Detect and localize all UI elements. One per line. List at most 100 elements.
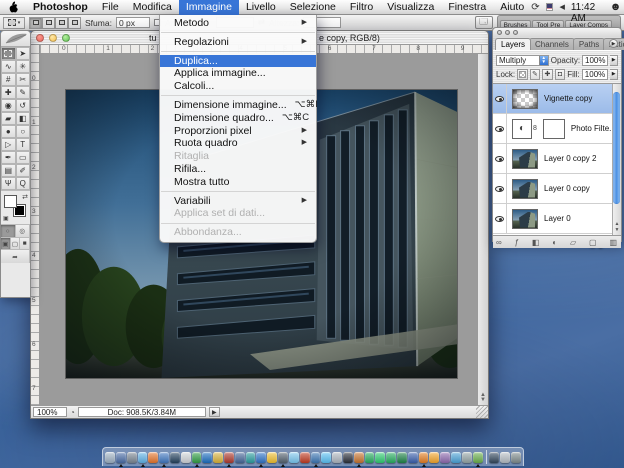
layer-group-icon[interactable]: ▱: [570, 238, 576, 247]
menu-immagine[interactable]: Immagine: [179, 0, 239, 15]
layer-row-layer-0[interactable]: Layer 0: [493, 204, 621, 234]
layer-thumbnail[interactable]: [512, 149, 538, 169]
dock-app-icon[interactable]: [429, 452, 439, 463]
dock-app-icon[interactable]: [278, 452, 288, 463]
tool-preset-picker[interactable]: ▾: [3, 17, 25, 29]
sync-status-icon[interactable]: ⟳: [531, 2, 539, 13]
screen-mode-button-2[interactable]: ▢: [11, 238, 21, 249]
jump-to-imageready-button[interactable]: ➦: [1, 250, 30, 263]
minimize-button[interactable]: [49, 34, 57, 42]
zoom-button[interactable]: [62, 34, 70, 42]
menu-bar-clock[interactable]: Fri 11:42 AM: [571, 0, 604, 24]
visibility-toggle[interactable]: [493, 84, 507, 113]
scroll-down-icon[interactable]: ▼: [615, 228, 620, 233]
tab-layers[interactable]: Layers: [495, 38, 531, 50]
dock-app-icon[interactable]: [386, 452, 396, 463]
vertical-scrollbar[interactable]: ▲▼: [477, 54, 488, 405]
swap-colors-icon[interactable]: ⇄: [22, 193, 28, 201]
dock-app-icon[interactable]: [202, 452, 212, 463]
adjustment-layer-icon[interactable]: ◐: [552, 238, 557, 247]
menu-item-mostra-tutto[interactable]: Mostra tutto: [160, 176, 316, 189]
menu-selezione[interactable]: Selezione: [283, 0, 343, 15]
add-selection-button[interactable]: [42, 17, 55, 29]
menu-item-ruota-quadro[interactable]: Ruota quadro▶: [160, 137, 316, 150]
dock-app-icon[interactable]: [105, 452, 115, 463]
dock-app-icon[interactable]: [289, 452, 299, 463]
tab-channels[interactable]: Channels: [529, 38, 575, 50]
dock-app-icon[interactable]: [300, 452, 310, 463]
scroll-arrows-icon[interactable]: ▲▼: [480, 393, 486, 403]
menu-finestra[interactable]: Finestra: [441, 0, 493, 15]
layer-row-layer-0-copy-2[interactable]: Layer 0 copy 2: [493, 144, 621, 174]
layer-thumbnail[interactable]: [512, 209, 538, 229]
dock-app-icon[interactable]: [267, 452, 277, 463]
rectangular-marquee-tool[interactable]: [1, 47, 16, 60]
dock-app-icon[interactable]: [500, 452, 510, 463]
menu-item-proporzioni-pixel[interactable]: Proporzioni pixel▶: [160, 125, 316, 138]
visibility-toggle[interactable]: [493, 174, 507, 203]
dock-app-icon[interactable]: [224, 452, 234, 463]
layer-mask-icon[interactable]: ◧: [532, 238, 540, 247]
dock-app-icon[interactable]: [127, 452, 137, 463]
dock-app-icon[interactable]: [473, 452, 483, 463]
default-colors-icon[interactable]: ▣: [3, 215, 9, 222]
link-layers-icon[interactable]: ∞: [496, 238, 502, 247]
file-browser-button[interactable]: 🗔: [475, 16, 493, 29]
layer-row-vignette-copy[interactable]: Vignette copy: [493, 84, 621, 114]
menu-filtro[interactable]: Filtro: [343, 0, 380, 15]
lock-pixels-button[interactable]: ✎: [530, 69, 541, 80]
zoom-tool[interactable]: Q: [16, 177, 31, 190]
menu-item-regolazioni[interactable]: Regolazioni▶: [160, 36, 316, 49]
layer-mask-thumbnail[interactable]: [543, 119, 565, 139]
new-selection-button[interactable]: [29, 17, 42, 29]
menu-photoshop[interactable]: Photoshop: [26, 0, 95, 15]
menu-item-duplica[interactable]: Duplica...: [160, 55, 316, 68]
menu-item-calcoli[interactable]: Calcoli...: [160, 80, 316, 93]
menu-visualizza[interactable]: Visualizza: [380, 0, 441, 15]
fill-field[interactable]: 100%: [582, 69, 609, 80]
layer-row-layer-0-copy[interactable]: Layer 0 copy: [493, 174, 621, 204]
apple-menu-icon[interactable]: [0, 1, 26, 13]
path-selection-tool[interactable]: ▷: [1, 138, 16, 151]
lock-position-button[interactable]: ✚: [542, 69, 553, 80]
palette-close-button[interactable]: [497, 30, 502, 35]
type-tool[interactable]: T: [16, 138, 31, 151]
intersect-selection-button[interactable]: [68, 17, 81, 29]
dock-app-icon[interactable]: [408, 452, 418, 463]
crop-tool[interactable]: #: [1, 73, 16, 86]
clone-stamp-tool[interactable]: ◉: [1, 99, 16, 112]
adjustment-thumbnail[interactable]: ◐: [512, 119, 532, 139]
toolbar-header[interactable]: [1, 31, 30, 47]
lock-transparency-button[interactable]: [517, 69, 528, 80]
dock-app-icon[interactable]: [213, 452, 223, 463]
dock-app-icon[interactable]: [192, 452, 202, 463]
shape-tool[interactable]: ▭: [16, 151, 31, 164]
menu-livello[interactable]: Livello: [239, 0, 283, 15]
pen-tool[interactable]: ✒: [1, 151, 16, 164]
blur-tool[interactable]: ●: [1, 125, 16, 138]
dock-app-icon[interactable]: [397, 452, 407, 463]
dock-app-icon[interactable]: [256, 452, 266, 463]
close-button[interactable]: [36, 34, 44, 42]
dock-app-icon[interactable]: [321, 452, 331, 463]
window-resize-grip[interactable]: [476, 406, 488, 418]
hand-tool[interactable]: Ψ: [1, 177, 16, 190]
quick-mask-mode-button[interactable]: ◎: [16, 225, 31, 237]
vignette-thumbnail[interactable]: [512, 89, 538, 109]
dock-app-icon[interactable]: [462, 452, 472, 463]
dock-app-icon[interactable]: [365, 452, 375, 463]
layer-style-icon[interactable]: ƒ: [515, 238, 519, 247]
dock-app-icon[interactable]: [159, 452, 169, 463]
dodge-tool[interactable]: ○: [16, 125, 31, 138]
history-brush-tool[interactable]: ↺: [16, 99, 31, 112]
volume-icon[interactable]: ◀: [559, 3, 564, 11]
dock-app-icon[interactable]: [343, 452, 353, 463]
palette-minimize-button[interactable]: [505, 30, 510, 35]
layer-thumbnail[interactable]: [512, 179, 538, 199]
new-layer-icon[interactable]: ▢: [589, 238, 597, 247]
dock-app-icon[interactable]: [235, 452, 245, 463]
palette-title-bar[interactable]: [493, 28, 621, 37]
menu-aiuto[interactable]: Aiuto: [493, 0, 531, 15]
foreground-color-swatch[interactable]: [4, 195, 17, 208]
brush-tool[interactable]: ✎: [16, 86, 31, 99]
